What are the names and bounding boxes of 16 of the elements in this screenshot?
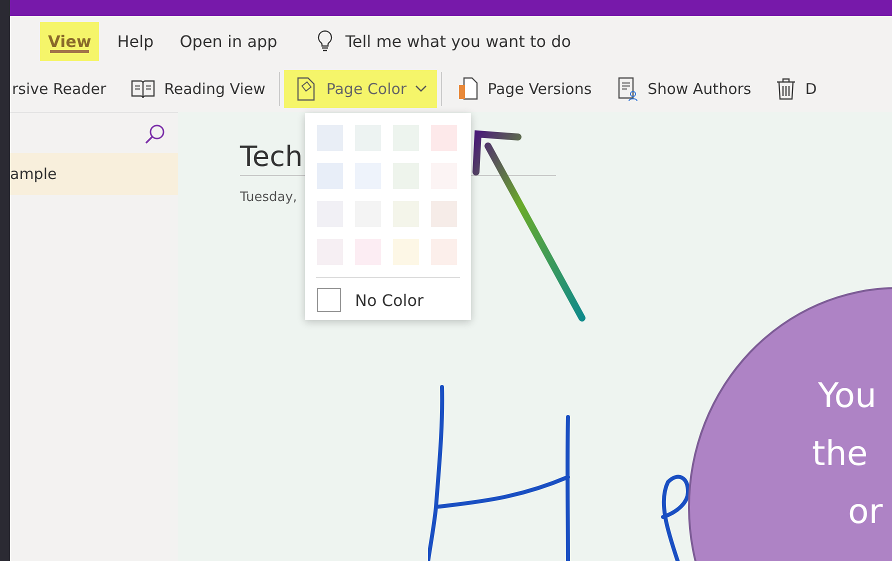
callout-text: You [818, 375, 877, 418]
menu-tab[interactable]: View [40, 22, 100, 60]
menu-tab[interactable]: Open in app [172, 22, 286, 60]
menu-tab[interactable]: Help [109, 22, 162, 60]
no-color-option[interactable]: No Color [305, 288, 436, 312]
toolbar-button[interactable]: Show Authors [606, 70, 762, 108]
tell-me-field[interactable]: Tell me what you want to do [343, 30, 588, 52]
callout-text: the [812, 433, 868, 476]
page-list-item[interactable]: ample [10, 153, 178, 195]
toolbar-button[interactable]: rsive Reader [10, 74, 116, 104]
toolbar-button[interactable]: Page Versions [446, 70, 602, 108]
toolbar-button[interactable]: Page Color [284, 70, 437, 108]
toolbar-button[interactable]: Reading View [120, 72, 276, 106]
toolbar-button[interactable]: D [765, 71, 827, 107]
callout-text: or [848, 491, 883, 534]
page-date: Tuesday, [240, 190, 298, 205]
